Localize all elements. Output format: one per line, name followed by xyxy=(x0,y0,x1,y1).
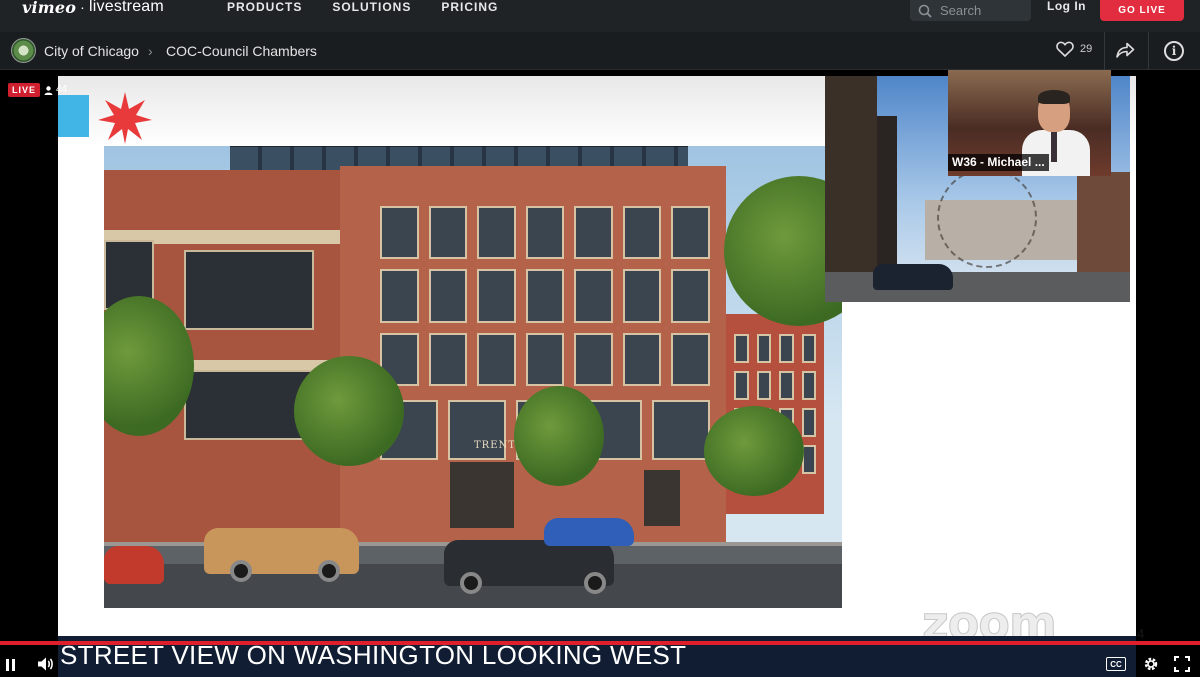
like-button[interactable]: 29 xyxy=(1056,41,1092,57)
pause-icon[interactable] xyxy=(6,659,18,671)
live-badge: LIVE xyxy=(8,83,41,97)
chicago-flag-stripe xyxy=(58,95,89,137)
fullscreen-icon[interactable] xyxy=(1174,656,1190,672)
divider xyxy=(1104,32,1105,70)
participant-name-label: W36 - Michael ... xyxy=(948,154,1049,171)
volume-icon[interactable] xyxy=(36,655,54,673)
vimeo-livestream-logo[interactable]: vimeo · livestream xyxy=(22,0,164,17)
nav-links: PRODUCTS SOLUTIONS PRICING xyxy=(227,0,498,14)
logo-livestream: livestream xyxy=(89,0,164,15)
like-count: 29 xyxy=(1080,43,1093,55)
nav-link-pricing[interactable]: PRICING xyxy=(441,0,498,14)
heart-icon xyxy=(1056,41,1074,57)
channel-avatar[interactable] xyxy=(11,38,36,63)
channel-bar: City of Chicago › COC-Council Chambers 2… xyxy=(0,32,1200,70)
nav-link-products[interactable]: PRODUCTS xyxy=(227,0,302,14)
search-icon xyxy=(918,4,932,18)
progress-bar[interactable] xyxy=(0,641,1200,645)
info-icon[interactable]: i xyxy=(1164,41,1184,61)
search-input[interactable]: Search xyxy=(910,0,1031,21)
viewer-count: 44 xyxy=(44,83,67,97)
search-placeholder: Search xyxy=(940,3,982,18)
building-rendering-image: TRENTON xyxy=(104,146,842,608)
channel-name[interactable]: City of Chicago xyxy=(44,43,139,59)
nav-link-solutions[interactable]: SOLUTIONS xyxy=(332,0,411,14)
video-player[interactable]: TRENTON 4 W36 - Michael ... zoom LIVE 44… xyxy=(0,70,1200,677)
go-live-button[interactable]: GO LIVE xyxy=(1100,0,1184,21)
gear-icon[interactable] xyxy=(1142,655,1160,673)
chicago-star-icon xyxy=(98,92,152,144)
viewer-count-value: 44 xyxy=(56,84,68,95)
chevron-right-icon: › xyxy=(148,43,153,59)
share-icon[interactable] xyxy=(1115,40,1135,60)
person-icon xyxy=(44,85,53,95)
slide-page-number: 4 xyxy=(1137,626,1145,641)
closed-captions-button[interactable]: CC xyxy=(1106,657,1126,671)
logo-separator: · xyxy=(80,0,86,15)
event-title[interactable]: COC-Council Chambers xyxy=(166,43,317,59)
zoom-participant-video: W36 - Michael ... xyxy=(948,70,1111,176)
top-nav: vimeo · livestream PRODUCTS SOLUTIONS PR… xyxy=(0,0,1200,32)
divider xyxy=(1148,32,1149,70)
login-link[interactable]: Log In xyxy=(1047,0,1086,12)
logo-vimeo: vimeo xyxy=(22,0,77,17)
